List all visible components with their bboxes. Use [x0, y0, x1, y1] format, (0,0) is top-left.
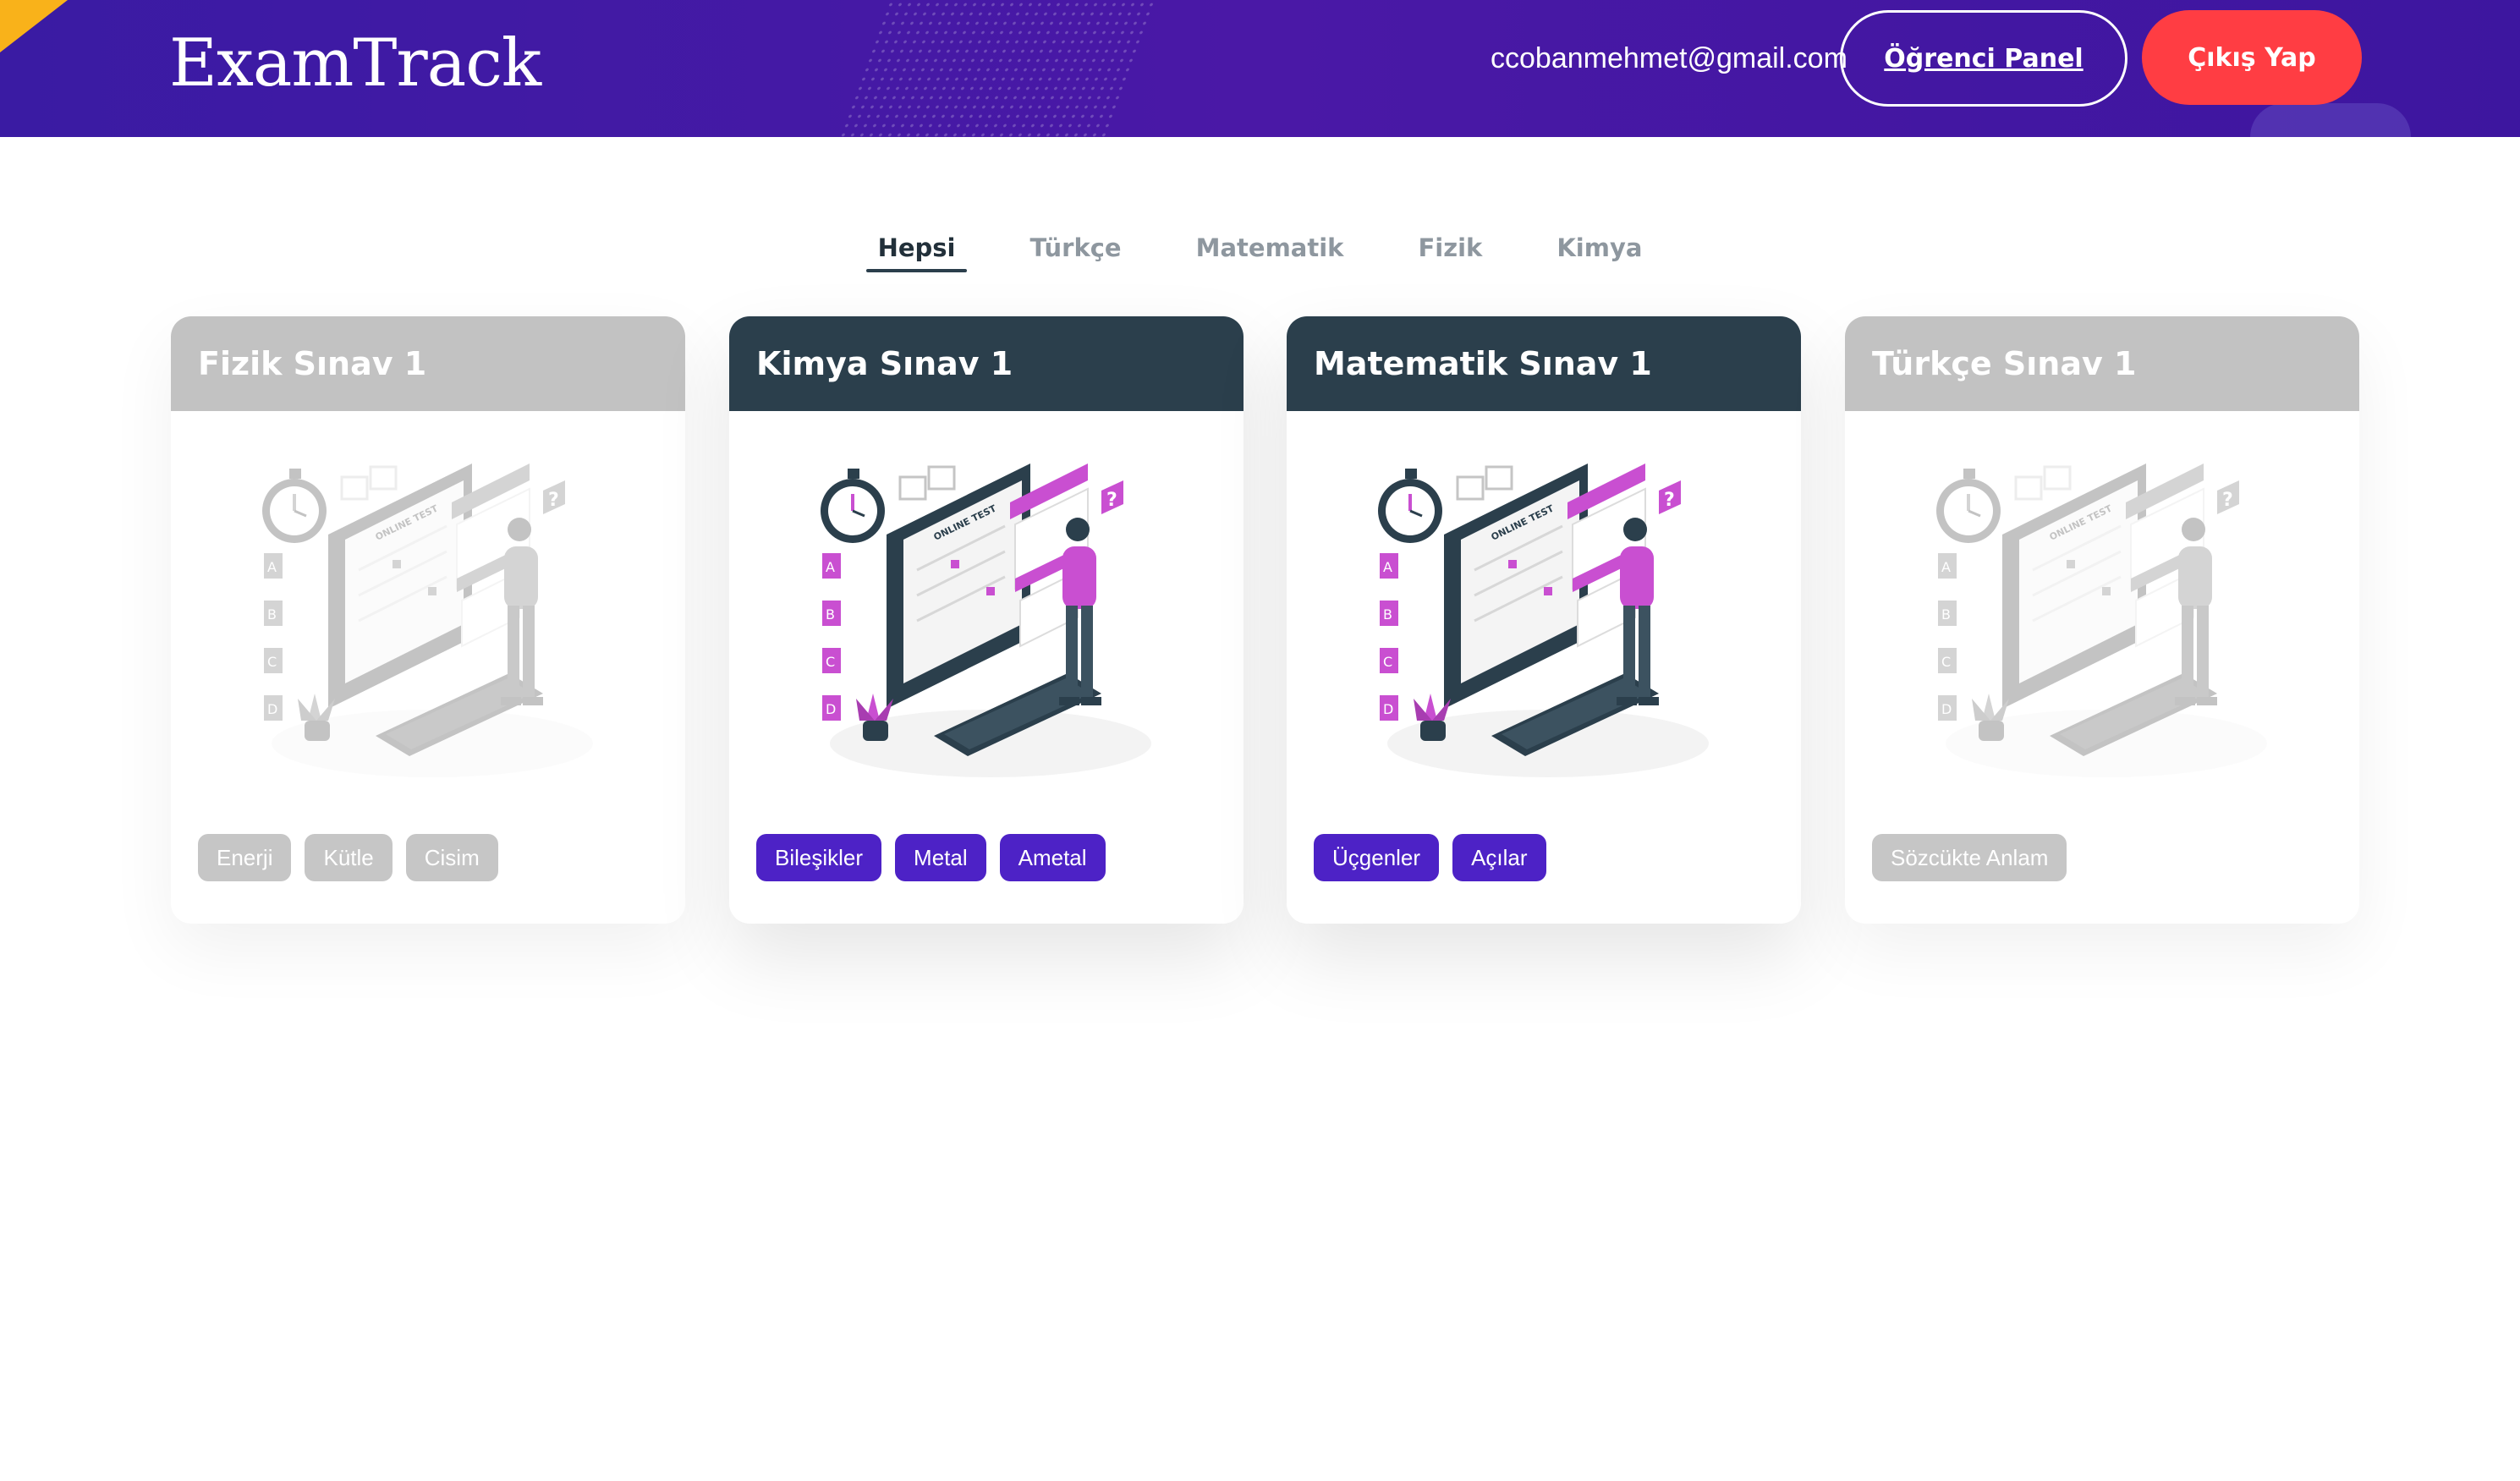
topic-tag[interactable]: Üçgenler	[1314, 834, 1440, 881]
stopwatch-icon	[1378, 469, 1442, 543]
question-mark-icon: ?	[1101, 480, 1123, 514]
answer-letter-blocks: A B C D	[264, 553, 283, 721]
topic-tags: Bileşikler Metal Ametal	[756, 834, 1106, 881]
svg-text:D: D	[1383, 701, 1393, 717]
corner-accent	[0, 0, 68, 52]
brand-logo[interactable]: ExamTrack	[169, 25, 541, 101]
topic-tag[interactable]: Metal	[895, 834, 986, 881]
topic-tags: Enerji Kütle Cisim	[198, 834, 498, 881]
topic-tag[interactable]: Enerji	[198, 834, 292, 881]
user-email: ccobanmehmet@gmail.com	[1491, 42, 1847, 74]
tab-turkish[interactable]: Türkçe	[1018, 230, 1133, 272]
tab-physics[interactable]: Fizik	[1406, 230, 1494, 272]
svg-text:B: B	[1383, 606, 1392, 623]
svg-text:A: A	[267, 559, 277, 575]
tab-chemistry[interactable]: Kimya	[1545, 230, 1654, 272]
svg-text:D: D	[826, 701, 836, 717]
exam-illustration: ONLINE TEST ? A B C D	[1366, 452, 1721, 790]
topic-tag[interactable]: Kütle	[305, 834, 393, 881]
svg-text:C: C	[1383, 654, 1392, 670]
topic-tag[interactable]: Cisim	[405, 834, 498, 881]
svg-text:B: B	[1941, 606, 1951, 623]
svg-text:C: C	[1941, 654, 1951, 670]
topic-tag[interactable]: Bileşikler	[756, 834, 882, 881]
svg-text:D: D	[267, 701, 277, 717]
svg-text:A: A	[1383, 559, 1392, 575]
answer-letter-blocks: A B C D	[1380, 553, 1398, 721]
svg-text:?: ?	[2222, 490, 2233, 511]
svg-text:B: B	[826, 606, 835, 623]
svg-text:?: ?	[1664, 490, 1675, 511]
stopwatch-icon	[1936, 469, 2001, 543]
topic-tags: Sözcükte Anlam	[1872, 834, 2067, 881]
topic-tag[interactable]: Ametal	[999, 834, 1106, 881]
card-title[interactable]: Matematik Sınav 1	[1287, 316, 1801, 411]
question-mark-icon: ?	[543, 480, 565, 514]
top-navbar: ExamTrack ccobanmehmet@gmail.com Öğrenci…	[0, 0, 2520, 137]
svg-text:A: A	[1941, 559, 1951, 575]
exam-illustration: ONLINE TEST ? A B C D	[809, 452, 1164, 790]
answer-letter-blocks: A B C D	[822, 553, 841, 721]
svg-text:C: C	[826, 654, 835, 670]
student-panel-button[interactable]: Öğrenci Panel	[1840, 10, 2127, 107]
topic-tags: Üçgenler Açılar	[1314, 834, 1546, 881]
exam-card-math[interactable]: Matematik Sınav 1 ONLINE TEST ? A B C D …	[1287, 316, 1801, 924]
answer-letter-blocks: A B C D	[1938, 553, 1957, 721]
logout-button[interactable]: Çıkış Yap	[2142, 10, 2362, 105]
svg-text:?: ?	[548, 490, 559, 511]
stopwatch-icon	[262, 469, 327, 543]
exam-card-chemistry[interactable]: Kimya Sınav 1 ONLINE TEST ? A B C D Bile…	[729, 316, 1244, 924]
svg-text:A: A	[826, 559, 835, 575]
svg-text:?: ?	[1106, 490, 1117, 511]
exam-card-turkish[interactable]: Türkçe Sınav 1 ONLINE TEST ? A B C D Söz…	[1845, 316, 2359, 924]
svg-text:B: B	[267, 606, 277, 623]
card-title[interactable]: Fizik Sınav 1	[171, 316, 685, 411]
tab-all[interactable]: Hepsi	[865, 230, 968, 272]
question-mark-icon: ?	[1659, 480, 1681, 514]
exam-illustration: ONLINE TEST ? A B C D	[1924, 452, 2280, 790]
card-title[interactable]: Türkçe Sınav 1	[1845, 316, 2359, 411]
exam-illustration: ONLINE TEST ? A B C D	[250, 452, 606, 790]
subject-filter-tabs: Hepsi Türkçe Matematik Fizik Kimya	[0, 230, 2520, 272]
topic-tag[interactable]: Açılar	[1452, 834, 1546, 881]
header-dot-pattern	[837, 0, 1159, 137]
tab-math[interactable]: Matematik	[1184, 230, 1356, 272]
svg-text:C: C	[267, 654, 277, 670]
exam-card-physics[interactable]: Fizik Sınav 1 ONLINE TEST ? A B C D Ener…	[171, 316, 685, 924]
header-cloud-decoration	[2250, 103, 2411, 137]
stopwatch-icon	[821, 469, 885, 543]
topic-tag[interactable]: Sözcükte Anlam	[1872, 834, 2067, 881]
card-title[interactable]: Kimya Sınav 1	[729, 316, 1244, 411]
question-mark-icon: ?	[2217, 480, 2239, 514]
svg-text:D: D	[1941, 701, 1952, 717]
